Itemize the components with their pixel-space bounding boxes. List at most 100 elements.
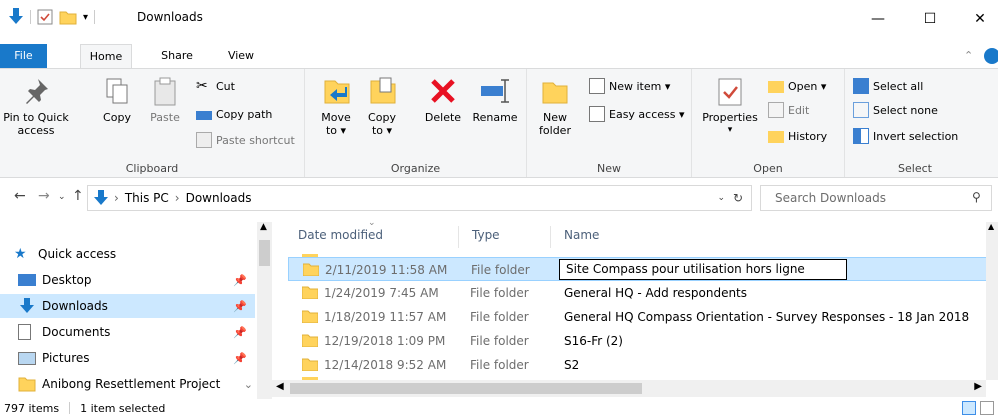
copy-to-button[interactable]: Copy to ▾: [365, 75, 401, 137]
help-icon[interactable]: [984, 48, 998, 64]
properties-button[interactable]: Properties ▾: [700, 75, 760, 137]
address-dropdown-icon[interactable]: ⌄: [717, 193, 725, 203]
history-button[interactable]: History: [768, 127, 827, 145]
cut-label: Cut: [216, 79, 235, 93]
download-arrow-icon[interactable]: [8, 8, 24, 26]
new-folder-qa-icon[interactable]: [59, 9, 77, 25]
table-row[interactable]: 1/24/2019 7:45 AM File folder General HQ…: [288, 281, 986, 305]
table-row[interactable]: 12/19/2018 1:09 PM File folder S16-Fr (2…: [288, 329, 986, 353]
pin-icon[interactable]: 📌: [233, 300, 247, 313]
rename-label: Rename: [472, 111, 518, 124]
nav-label: Documents: [42, 325, 111, 339]
nav-documents[interactable]: Documents 📌: [0, 320, 255, 344]
address-bar[interactable]: › This PC › Downloads ⌄ ↻: [87, 185, 752, 211]
forward-arrow-icon[interactable]: →: [38, 188, 50, 204]
open-group: Properties ▾ Open ▾ Edit History Open: [692, 69, 845, 177]
table-row[interactable]: 12/14/2018 9:52 AM File folder S2: [288, 353, 986, 377]
select-all-button[interactable]: Select all: [853, 77, 923, 95]
back-arrow-icon[interactable]: ←: [14, 188, 26, 204]
new-item-icon: [589, 78, 605, 94]
organize-group: Move to ▾ Copy to ▾ Delete Rename Organi…: [305, 69, 527, 177]
copy-icon: [106, 78, 128, 104]
pin-icon[interactable]: 📌: [233, 274, 247, 287]
scroll-up-icon[interactable]: ▲: [988, 222, 994, 231]
nav-desktop[interactable]: Desktop 📌: [0, 268, 255, 292]
expand-chevron-icon[interactable]: ⌄: [244, 378, 253, 391]
close-button[interactable]: ✕: [960, 6, 998, 32]
pin-to-quick-access-button[interactable]: Pin to Quick access: [3, 75, 69, 137]
nav-downloads[interactable]: Downloads 📌: [0, 294, 255, 318]
tab-file[interactable]: File: [0, 44, 47, 68]
breadcrumb-this-pc[interactable]: This PC: [125, 191, 169, 205]
nav-scrollbar[interactable]: ▲: [257, 222, 272, 399]
delete-button[interactable]: Delete: [423, 75, 463, 124]
pin-icon[interactable]: 📌: [233, 352, 247, 365]
new-item-label: New item ▾: [609, 79, 671, 93]
copy-button[interactable]: Copy: [100, 75, 134, 124]
rename-input[interactable]: Site Compass pour utilisation hors ligne: [559, 259, 847, 280]
column-type[interactable]: Type: [472, 228, 500, 242]
new-folder-icon: [542, 82, 568, 104]
new-group-label: New: [597, 162, 621, 175]
open-button[interactable]: Open ▾: [768, 77, 826, 95]
file-list: ⌄ Date modified Type Name 2/11/2019 11:5…: [288, 222, 986, 380]
new-item-button[interactable]: New item ▾: [589, 77, 670, 95]
customize-qa-dropdown[interactable]: ▾: [83, 12, 88, 23]
tab-view[interactable]: View: [220, 44, 262, 68]
ribbon-tabs: File Home Share View ⌃: [0, 44, 998, 69]
quick-access-toolbar: ▾: [8, 8, 101, 26]
easy-access-button[interactable]: Easy access ▾: [589, 105, 685, 123]
new-folder-button[interactable]: New folder: [535, 75, 575, 137]
cut-button[interactable]: ✂ Cut: [196, 77, 235, 95]
column-date-modified[interactable]: Date modified: [298, 228, 383, 242]
copy-label: Copy: [103, 111, 131, 124]
copy-path-label: Copy path: [216, 107, 273, 121]
organize-group-label: Organize: [390, 162, 441, 175]
edit-label: Edit: [788, 103, 810, 117]
details-view-icon[interactable]: [962, 401, 976, 415]
minimize-button[interactable]: —: [858, 6, 898, 32]
select-none-button[interactable]: Select none: [853, 101, 938, 119]
file-name: S2: [564, 358, 580, 372]
hscroll-thumb[interactable]: [290, 383, 642, 394]
nav-pictures[interactable]: Pictures 📌: [0, 346, 255, 370]
edit-button[interactable]: Edit: [768, 101, 809, 119]
scroll-up-icon[interactable]: ▲: [260, 222, 267, 232]
breadcrumb-downloads[interactable]: Downloads: [186, 191, 252, 205]
refresh-icon[interactable]: ↻: [733, 191, 743, 205]
paste-button[interactable]: Paste: [146, 75, 184, 124]
paste-shortcut-icon: [196, 132, 212, 148]
nav-label: Downloads: [42, 299, 108, 313]
search-input[interactable]: Search Downloads: [760, 185, 992, 211]
scroll-left-icon[interactable]: ◀: [276, 381, 284, 392]
easy-access-icon: [589, 106, 605, 122]
column-name[interactable]: Name: [564, 228, 599, 242]
copy-path-button[interactable]: Copy path: [196, 105, 272, 123]
recent-locations-chevron-icon[interactable]: ⌄: [58, 192, 66, 202]
scroll-right-icon[interactable]: ▶: [974, 381, 982, 392]
file-type: File folder: [470, 310, 529, 324]
rename-button[interactable]: Rename: [471, 75, 519, 124]
collapse-ribbon-icon[interactable]: ⌃: [964, 49, 973, 62]
file-name: General HQ Compass Orientation - Survey …: [564, 310, 970, 324]
properties-check-icon[interactable]: [37, 9, 53, 25]
table-row[interactable]: 2/11/2019 11:58 AM File folder Site Comp…: [288, 257, 986, 281]
table-row[interactable]: 1/18/2019 11:57 AM File folder General H…: [288, 305, 986, 329]
up-arrow-icon[interactable]: ↑: [72, 188, 84, 204]
tab-home[interactable]: Home: [80, 44, 132, 69]
scissors-icon: ✂: [196, 78, 208, 94]
nav-quick-access[interactable]: ★ Quick access: [0, 242, 255, 266]
tab-share[interactable]: Share: [152, 44, 202, 68]
pin-icon[interactable]: 📌: [233, 326, 247, 339]
file-list-hscrollbar[interactable]: ◀ ▶: [272, 380, 986, 397]
file-type: File folder: [470, 334, 529, 348]
nav-anibong-folder[interactable]: Anibong Resettlement Project ⌄: [0, 372, 255, 396]
large-icons-view-icon[interactable]: [980, 401, 994, 415]
paste-shortcut-button[interactable]: Paste shortcut: [196, 131, 295, 149]
maximize-button[interactable]: ☐: [910, 6, 950, 32]
rename-icon: [481, 79, 509, 103]
move-to-button[interactable]: Move to ▾: [319, 75, 355, 137]
invert-selection-button[interactable]: Invert selection: [853, 127, 958, 145]
nav-scroll-thumb[interactable]: [259, 240, 270, 266]
file-list-vscrollbar[interactable]: ▲: [986, 222, 998, 380]
